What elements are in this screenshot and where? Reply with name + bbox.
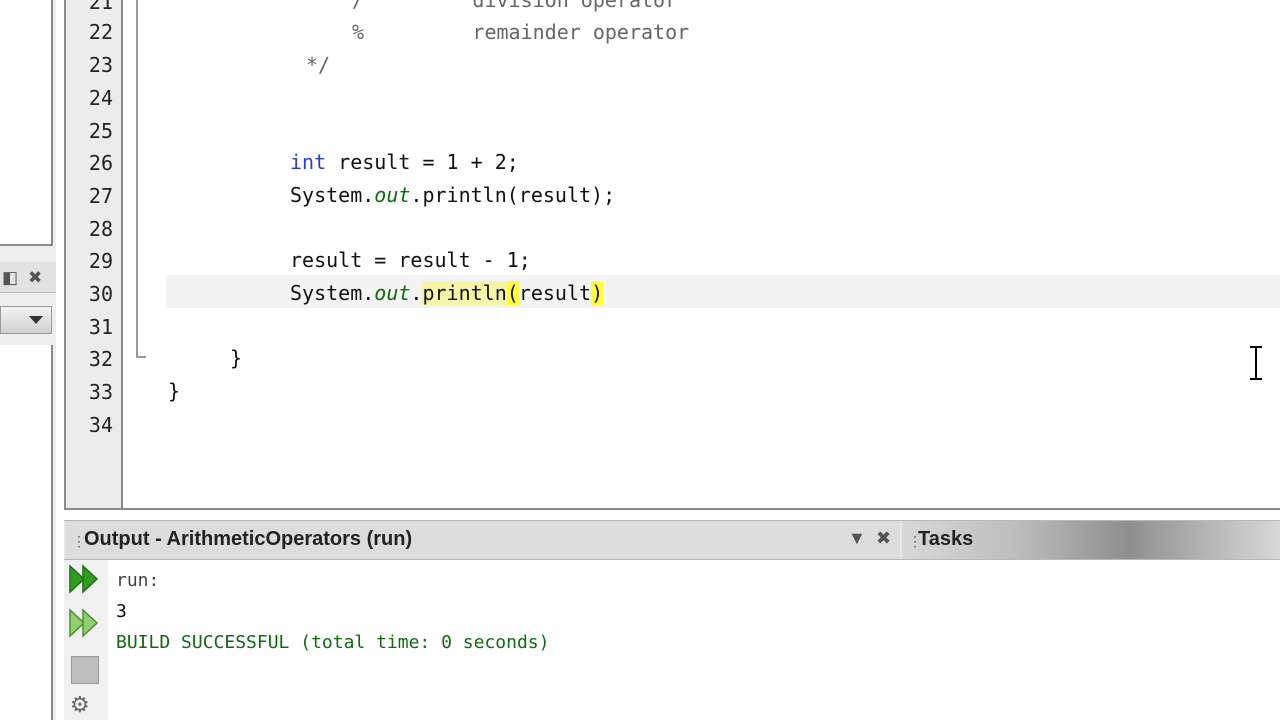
line-number-gutter: 21 22 23 24 25 26 27 28 29 30 31 32 33 3… bbox=[66, 0, 123, 508]
output-toolbar: ⚙ bbox=[64, 560, 108, 720]
output-title: Output - ArithmeticOperators (run) bbox=[84, 528, 413, 550]
rerun-with-options-icon[interactable] bbox=[68, 608, 102, 638]
line-number: 23 bbox=[88, 53, 113, 77]
navigator-tabbar: ◧ ✖ bbox=[0, 262, 56, 293]
fold-guide-end bbox=[136, 356, 146, 358]
output-console[interactable]: run: 3 BUILD SUCCESSFUL (total time: 0 s… bbox=[108, 560, 1280, 720]
navigator-panel: ◧ ✖ bbox=[0, 0, 56, 720]
code-line-23: */ bbox=[306, 53, 331, 77]
console-line: 3 bbox=[116, 601, 127, 622]
line-number: 33 bbox=[88, 380, 113, 404]
line-number: 30 bbox=[88, 282, 113, 306]
console-line: run: bbox=[116, 570, 160, 591]
code-line-27: System.out.println(result); bbox=[290, 183, 616, 207]
close-icon[interactable]: ✖ bbox=[876, 528, 891, 549]
code-line-21: / division operator bbox=[352, 0, 678, 12]
line-number: 25 bbox=[88, 119, 113, 143]
navigator-content bbox=[0, 345, 53, 720]
settings-icon[interactable]: ⚙ bbox=[70, 692, 90, 718]
rerun-icon[interactable] bbox=[68, 564, 102, 594]
output-panel-header: ⋮ Output - ArithmeticOperators (run) ▼ ✖… bbox=[64, 520, 1280, 560]
minimize-icon[interactable]: ◧ bbox=[2, 268, 18, 288]
line-number: 24 bbox=[88, 86, 113, 110]
code-line-26: int result = 1 + 2; bbox=[290, 150, 519, 174]
field-out: out bbox=[374, 183, 411, 207]
line-number: 22 bbox=[88, 20, 113, 44]
bracket-match: ( bbox=[506, 281, 519, 305]
tasks-title: Tasks bbox=[918, 528, 974, 550]
code-editor[interactable]: 21 22 23 24 25 26 27 28 29 30 31 32 33 3… bbox=[64, 0, 1280, 510]
field-out: out bbox=[374, 281, 411, 305]
method-highlight: println bbox=[422, 281, 507, 305]
chevron-down-icon bbox=[29, 316, 43, 324]
line-number: 31 bbox=[88, 315, 113, 339]
line-number: 32 bbox=[88, 347, 113, 371]
minimize-icon[interactable]: ▼ bbox=[848, 528, 866, 549]
line-number: 27 bbox=[88, 184, 113, 208]
code-line-33: } bbox=[168, 379, 181, 403]
code-line-22: % remainder operator bbox=[352, 20, 690, 44]
projects-panel-fragment bbox=[0, 0, 53, 246]
bracket-match: ) bbox=[591, 281, 604, 305]
stop-icon[interactable] bbox=[71, 656, 99, 684]
tab-tasks[interactable]: ⋮ Tasks bbox=[902, 521, 1280, 559]
code-line-29: result = result - 1; bbox=[290, 248, 531, 272]
code-line-30: System.out.println(result) bbox=[290, 281, 604, 305]
line-number: 28 bbox=[88, 217, 113, 241]
line-number: 26 bbox=[88, 151, 113, 175]
line-number: 29 bbox=[88, 249, 113, 273]
build-status: BUILD SUCCESSFUL (total time: 0 seconds) bbox=[116, 632, 550, 653]
drag-handle-icon[interactable]: ⋮ bbox=[72, 533, 86, 550]
navigator-dropdown[interactable] bbox=[0, 306, 52, 334]
text-cursor-icon bbox=[1248, 346, 1264, 380]
fold-guide bbox=[136, 0, 138, 358]
line-number: 34 bbox=[88, 413, 113, 437]
code-line-32: } bbox=[230, 346, 243, 370]
line-number: 21 bbox=[88, 0, 113, 14]
keyword-int: int bbox=[290, 150, 327, 174]
tab-output[interactable]: ⋮ Output - ArithmeticOperators (run) ▼ ✖ bbox=[66, 521, 900, 559]
close-icon[interactable]: ✖ bbox=[28, 268, 42, 288]
